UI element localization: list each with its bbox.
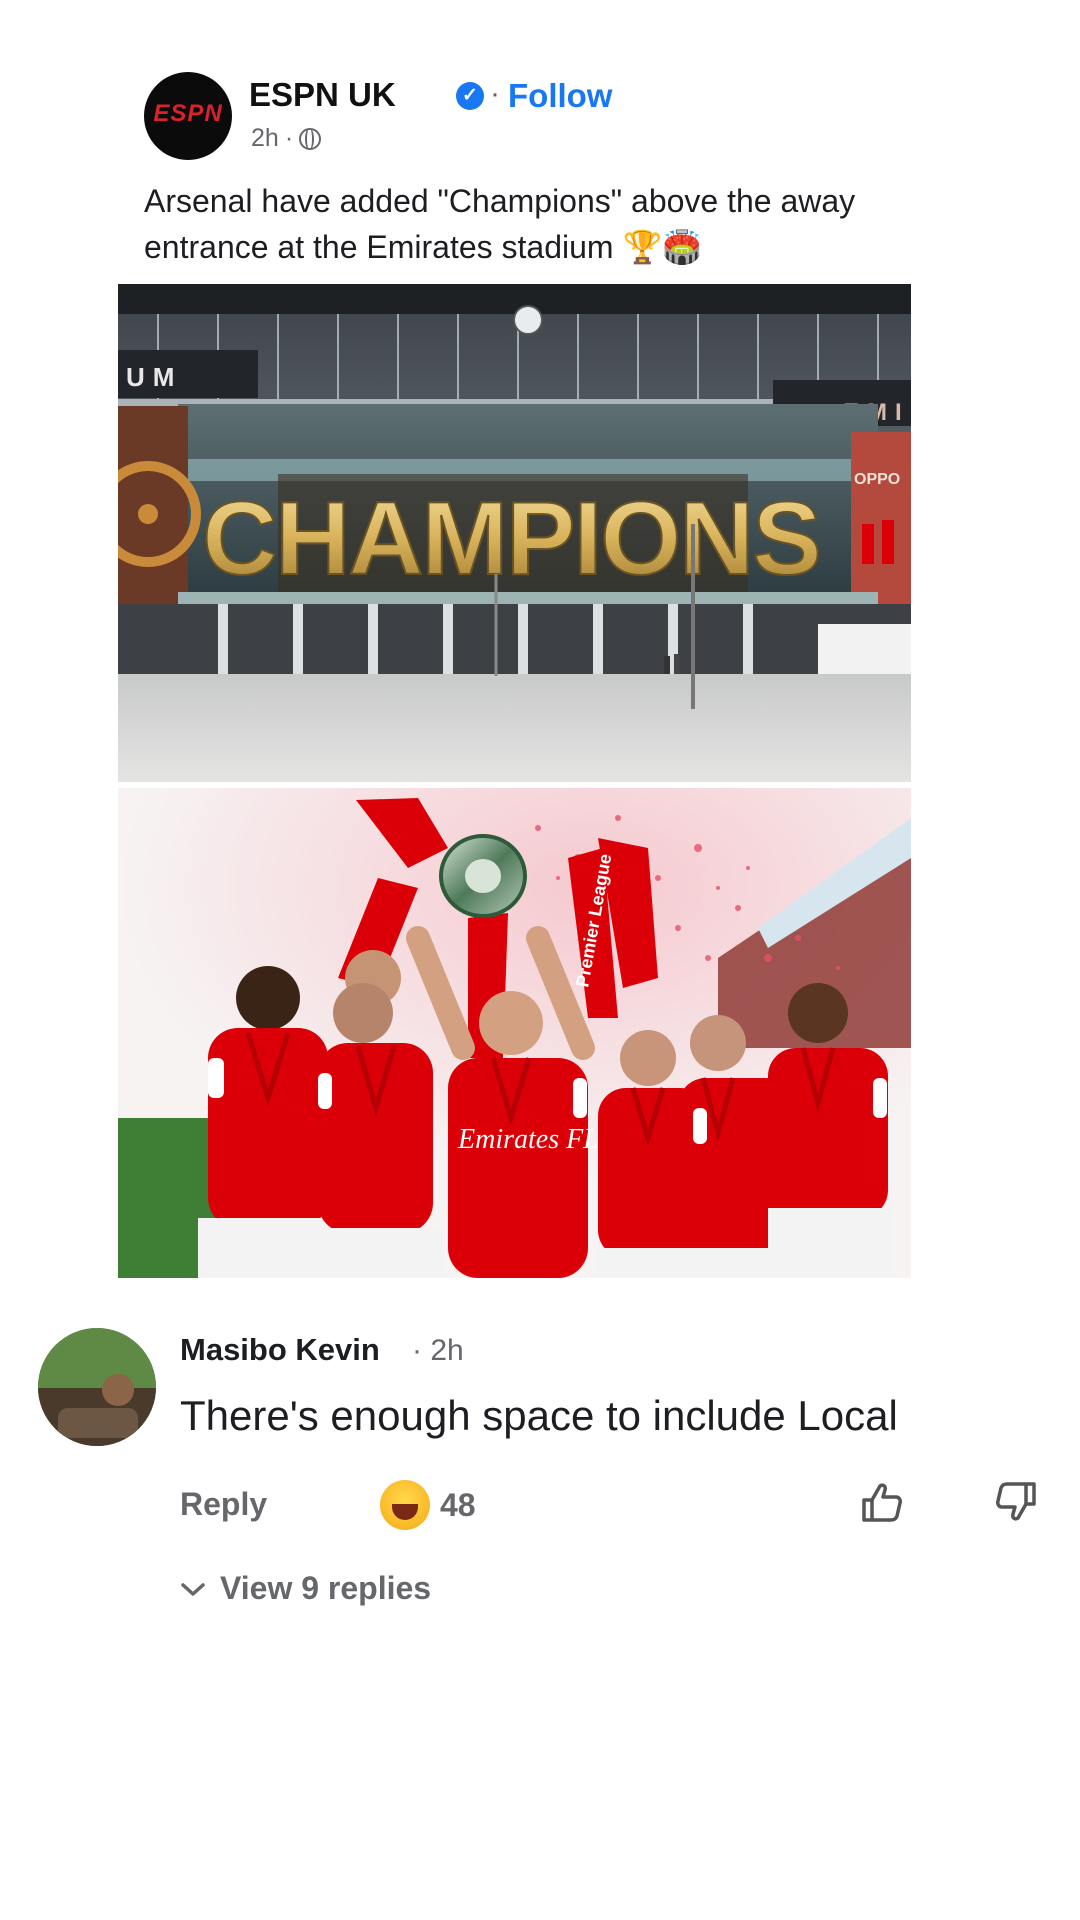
chevron-down-icon [181, 1582, 205, 1596]
view-replies-button[interactable]: View 9 replies [180, 1570, 431, 1607]
post-header: ESPN ESPN UK ✓ · Follow 2h · [144, 72, 1044, 162]
reaction-summary[interactable]: 48 [380, 1480, 476, 1530]
post-meta: 2h · [251, 124, 322, 153]
comment-author[interactable]: Masibo Kevin [180, 1332, 380, 1368]
page-avatar[interactable]: ESPN [144, 72, 232, 160]
reply-button[interactable]: Reply [180, 1486, 267, 1523]
thumbs-up-icon[interactable] [858, 1478, 906, 1526]
post-caption: Arsenal have added "Champions" above the… [144, 183, 856, 265]
celebration-illustration: Premier League Emirates FLY BETTER [118, 788, 911, 1278]
reaction-count: 48 [440, 1486, 476, 1523]
comment-text: There's enough space to include Local [180, 1392, 898, 1439]
espn-logo: ESPN [153, 100, 223, 127]
side-banner-text: OPPO [854, 471, 900, 488]
globe-icon [299, 127, 322, 150]
thumbs-down-icon[interactable] [992, 1478, 1040, 1526]
post-time[interactable]: 2h [251, 124, 279, 153]
stadium-photo[interactable]: UM EMI OPPO CHAMPIONS [118, 284, 911, 782]
follow-button[interactable]: Follow [508, 77, 612, 115]
avatar-illustration [38, 1328, 156, 1446]
page-name[interactable]: ESPN UK [249, 76, 396, 114]
meta-separator: · [284, 124, 294, 152]
champions-sign-text: CHAMPIONS [202, 481, 820, 597]
celebration-photo[interactable]: Premier League Emirates FLY BETTER [118, 788, 911, 1278]
verified-badge-icon: ✓ [456, 82, 484, 110]
separator-dot: · [490, 77, 500, 110]
commenter-avatar[interactable] [38, 1328, 156, 1446]
corner-left-text: UM [126, 362, 182, 392]
comment-time: · 2h [412, 1334, 464, 1367]
stadium-illustration: UM EMI OPPO CHAMPIONS [118, 284, 911, 782]
laughing-emoji-icon [380, 1480, 430, 1530]
view-replies-label: View 9 replies [220, 1570, 432, 1606]
